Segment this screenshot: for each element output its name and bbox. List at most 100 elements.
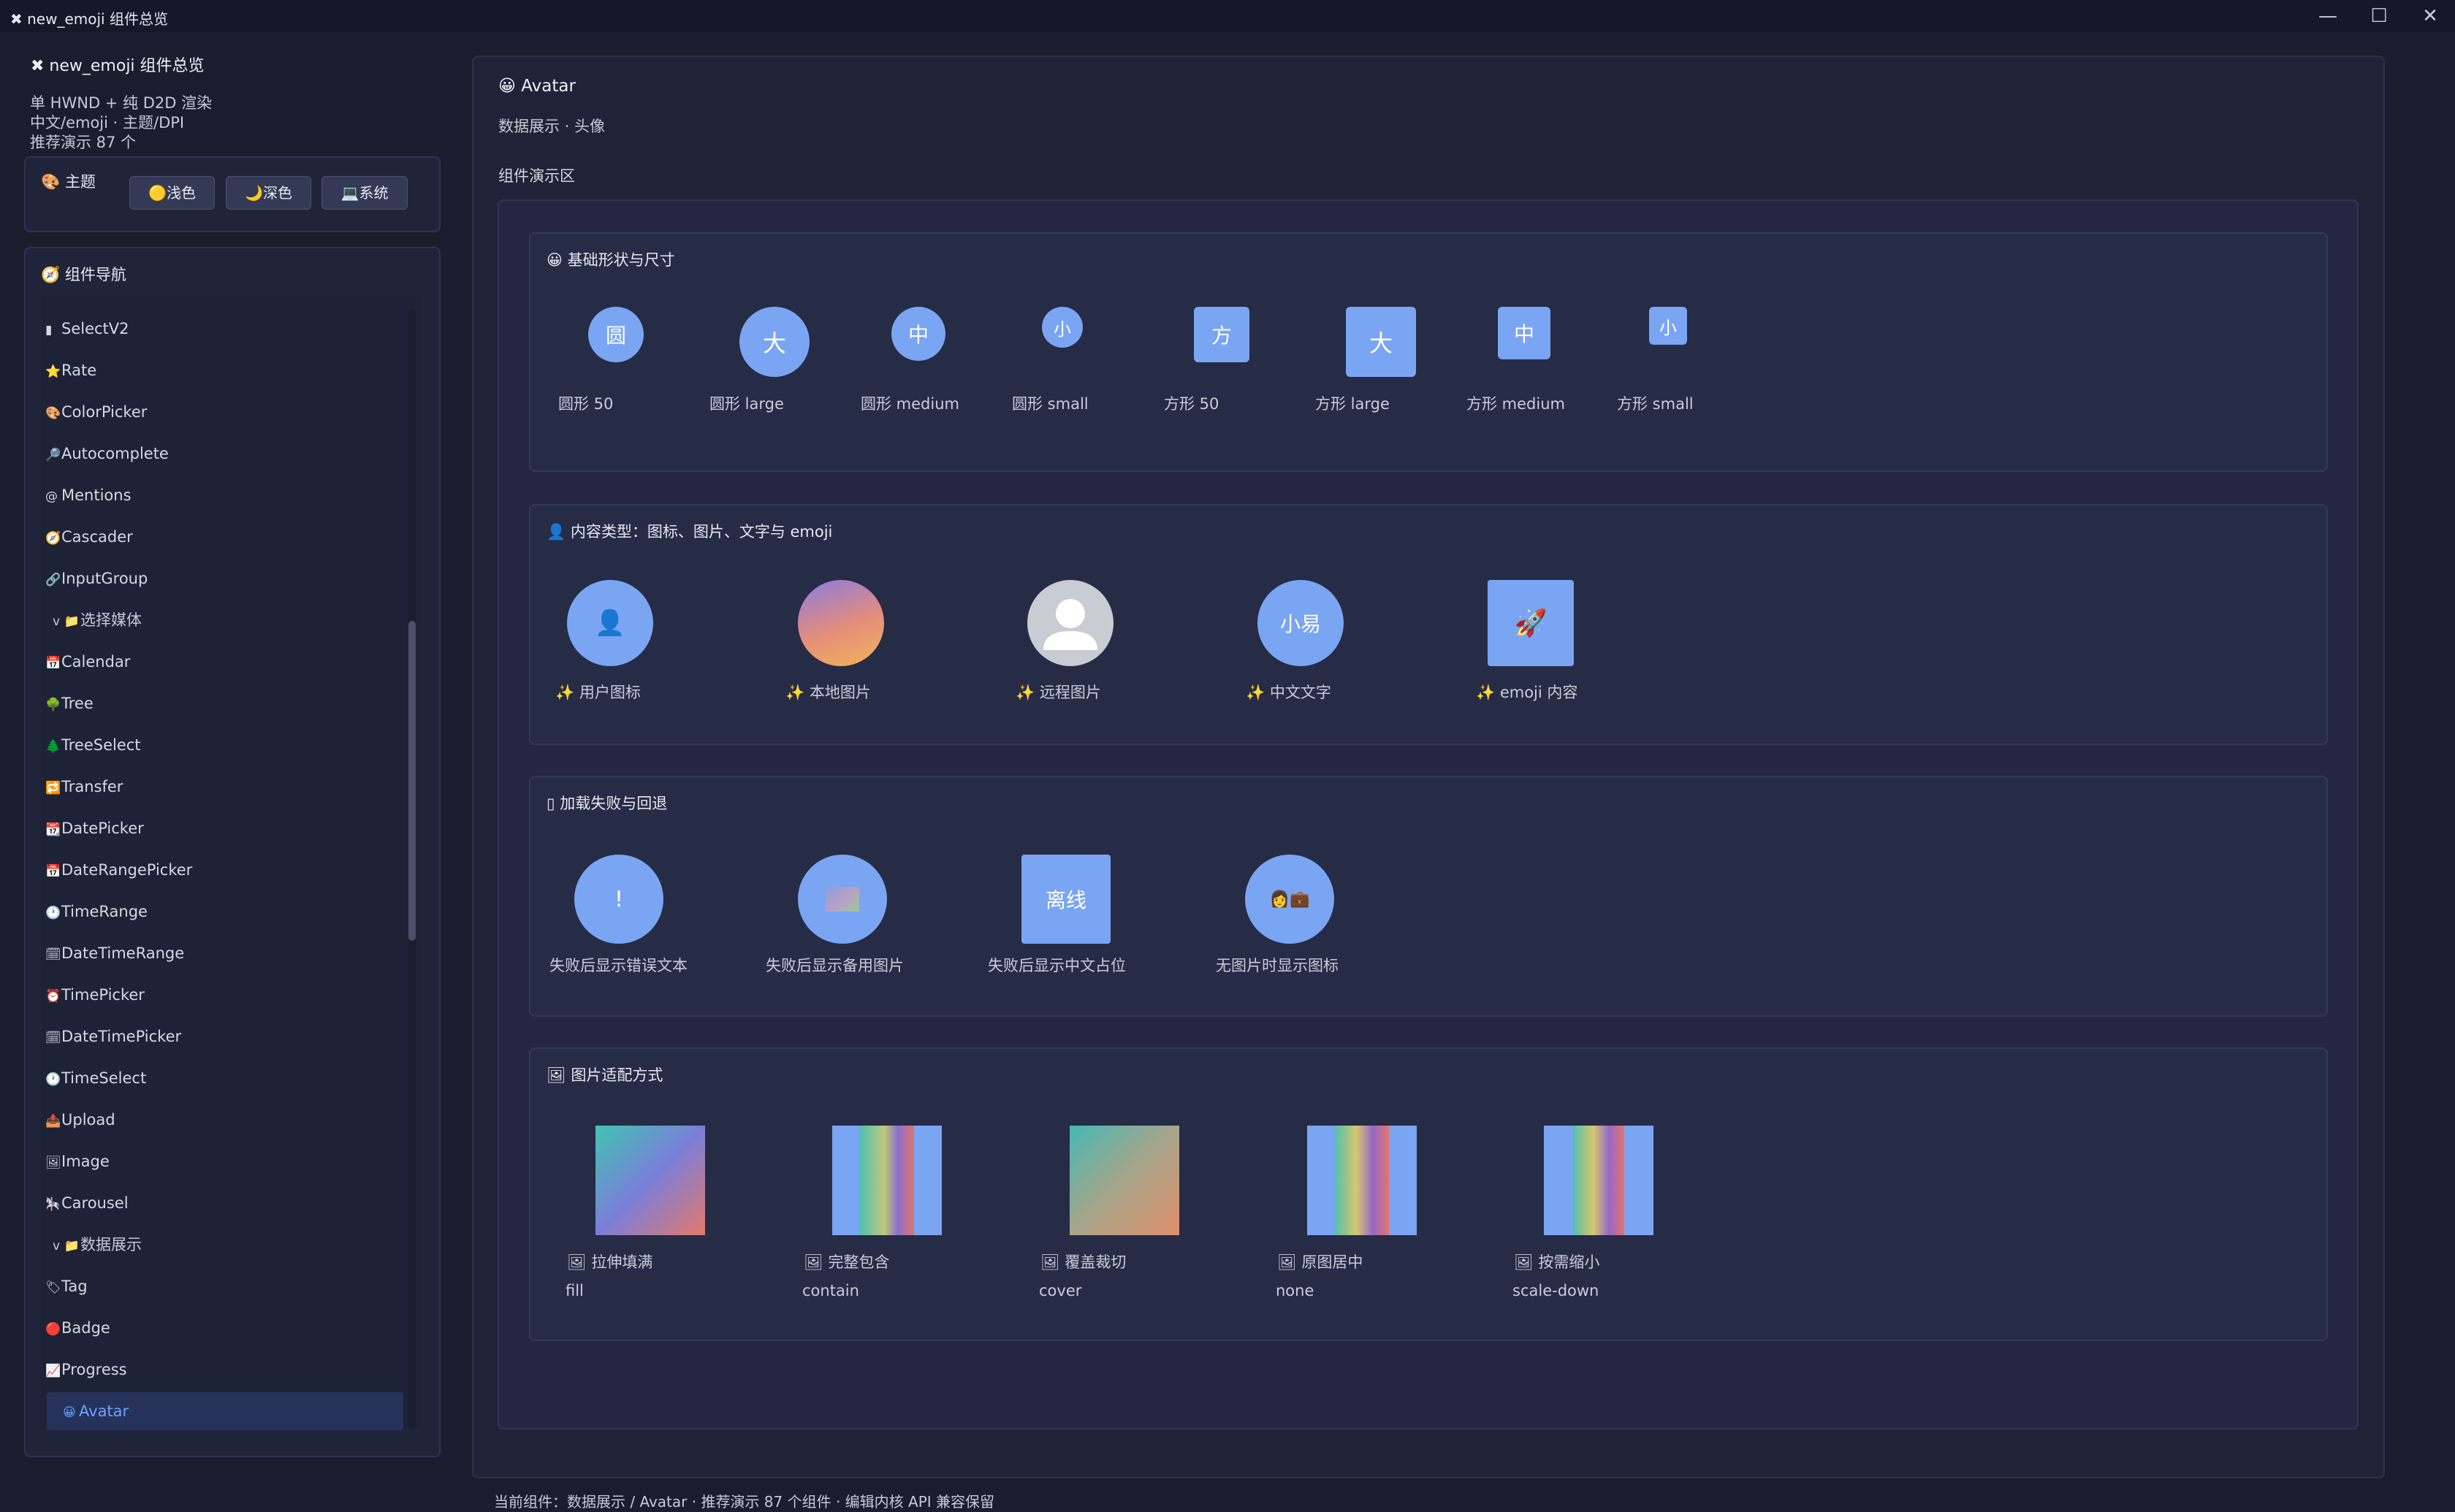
nav-item-colorpicker[interactable]: 🎨ColorPicker [45, 393, 403, 431]
caption-remote-image: ✨ 远程图片 [1016, 684, 1101, 701]
section-shapes-title: 😀 基础形状与尺寸 [547, 251, 675, 269]
avatar-square-medium: 中 [1498, 307, 1550, 359]
nav-item-label: Tree [61, 695, 94, 712]
nav-item-label: Tag [61, 1278, 88, 1295]
maximize-button[interactable]: ☐ [2359, 3, 2399, 29]
nav-item-selectv2[interactable]: ▮ SelectV2 [45, 310, 403, 348]
nav-item-label: Upload [61, 1111, 115, 1129]
caption-square-medium: 方形 medium [1466, 395, 1565, 413]
nav-item-选择媒体[interactable]: v 📁选择媒体 [53, 601, 411, 639]
nav-item-icon: 🌲 [45, 739, 61, 754]
image-fit-fill [595, 1126, 705, 1235]
caption-circle-small: 圆形 small [1012, 395, 1089, 413]
fit-mode-fill: fill [566, 1282, 584, 1299]
nav-item-icon: v 📁 [53, 614, 80, 629]
nav-item-mentions[interactable]: @ Mentions [45, 476, 403, 514]
minimize-button[interactable]: — [2307, 3, 2348, 29]
avatar-emoji-content: 🚀 [1488, 580, 1574, 666]
avatar-local-image [798, 580, 884, 666]
nav-item-rate[interactable]: ⭐Rate [45, 351, 403, 389]
avatar-user-icon: 👤 [567, 580, 653, 666]
section-fallback-title: ▯ 加载失败与回退 [547, 795, 668, 812]
nav-item-label: DateRangePicker [61, 861, 193, 879]
theme-label: 🎨 主题 [41, 173, 96, 191]
nav-item-label: TimeRange [61, 903, 148, 920]
nav-item-label: DateTimePicker [61, 1028, 182, 1045]
nav-item-inputgroup[interactable]: 🔗InputGroup [45, 560, 403, 597]
nav-item-icon: 📈 [45, 1364, 61, 1378]
nav-item-treeselect[interactable]: 🌲TreeSelect [45, 726, 403, 764]
nav-item-label: TimeSelect [61, 1069, 147, 1087]
nav-item-transfer[interactable]: 🔁Transfer [45, 768, 403, 806]
fit-mode-cover: cover [1039, 1282, 1082, 1299]
nav-item-label: 选择媒体 [80, 611, 142, 629]
nav-item-icon: 😀 [63, 1405, 76, 1420]
theme-dark-button[interactable]: 🌙深色 [226, 176, 311, 210]
nav-item-timerange[interactable]: 🕐TimeRange [45, 893, 403, 931]
section-fit-title: 🖼 图片适配方式 [547, 1066, 663, 1084]
close-button[interactable]: ✕ [2410, 3, 2451, 29]
nav-item-timeselect[interactable]: 🕐TimeSelect [45, 1059, 403, 1097]
nav-item-tag[interactable]: 🏷Tag [45, 1267, 403, 1305]
image-fit-contain [832, 1126, 942, 1235]
caption-circle-medium: 圆形 medium [861, 395, 959, 413]
nav-item-数据展示[interactable]: v 📁数据展示 [53, 1226, 411, 1264]
fallback-image-thumb [826, 887, 859, 912]
caption-fit-none: 🖼 原图居中 [1277, 1253, 1363, 1271]
caption-emoji-content: ✨ emoji 内容 [1476, 684, 1578, 701]
nav-item-label: TimePicker [61, 986, 145, 1004]
caption-chinese-text: ✨ 中文文字 [1246, 684, 1331, 701]
nav-scrollbar-thumb[interactable] [408, 621, 416, 941]
caption-fallback-image: 失败后显示备用图片 [766, 957, 904, 974]
nav-item-icon: ▮ [45, 323, 53, 337]
caption-fit-contain: 🖼 完整包含 [804, 1253, 890, 1271]
nav-item-icon: @ [45, 489, 58, 504]
nav-item-label: InputGroup [61, 570, 148, 587]
fit-mode-contain: contain [802, 1282, 859, 1299]
theme-system-button[interactable]: 💻系统 [321, 176, 408, 210]
caption-error-text: 失败后显示错误文本 [549, 957, 688, 974]
nav-item-image[interactable]: 🖼Image [45, 1142, 403, 1180]
caption-user-icon: ✨ 用户图标 [555, 684, 641, 701]
nav-item-icon: 📆 [45, 822, 61, 837]
avatar-square-large: 大 [1346, 307, 1416, 377]
caption-fit-cover: 🖼 覆盖裁切 [1040, 1253, 1127, 1271]
nav-item-timepicker[interactable]: ⏰TimePicker [45, 976, 403, 1014]
nav-item-icon: 🕐 [45, 1072, 61, 1087]
component-title: 😀 Avatar [498, 77, 576, 96]
nav-item-label: Autocomplete [61, 445, 169, 462]
nav-item-label: TreeSelect [61, 736, 141, 754]
nav-item-icon: 📅 [45, 864, 61, 879]
nav-item-calendar[interactable]: 📅Calendar [45, 643, 403, 681]
nav-item-label: Badge [61, 1319, 110, 1337]
nav-item-label: Image [61, 1153, 110, 1170]
nav-item-icon: 🎠 [45, 1197, 61, 1212]
caption-square-large: 方形 large [1315, 395, 1390, 413]
caption-circle-50: 圆形 50 [558, 395, 614, 413]
nav-item-label: Carousel [61, 1194, 129, 1212]
nav-item-carousel[interactable]: 🎠Carousel [45, 1184, 403, 1222]
nav-item-label: 数据展示 [80, 1236, 142, 1253]
avatar-remote-image [1027, 580, 1114, 666]
nav-item-autocomplete[interactable]: 🔎Autocomplete [45, 435, 403, 473]
nav-item-datetimepicker[interactable]: 🗓DateTimePicker [45, 1017, 403, 1055]
nav-item-datetimerange[interactable]: 🗓DateTimeRange [45, 934, 403, 972]
theme-light-button[interactable]: 🟡浅色 [129, 176, 215, 210]
nav-item-daterangepicker[interactable]: 📅DateRangePicker [45, 851, 403, 889]
nav-item-datepicker[interactable]: 📆DatePicker [45, 809, 403, 847]
nav-item-progress[interactable]: 📈Progress [45, 1351, 403, 1389]
nav-item-label: ColorPicker [61, 403, 148, 421]
caption-no-image-icon: 无图片时显示图标 [1216, 957, 1339, 974]
nav-item-label: Cascader [61, 528, 133, 546]
nav-item-avatar[interactable]: 😀 Avatar [47, 1392, 403, 1430]
nav-item-label: Mentions [61, 486, 132, 504]
image-fit-cover [1070, 1126, 1179, 1235]
image-fit-scale-down [1544, 1126, 1653, 1235]
avatar-square-small: 小 [1649, 307, 1687, 345]
title-bar: ✖ new_emoji 组件总览 — ☐ ✕ [0, 0, 2455, 32]
nav-item-cascader[interactable]: 🧭Cascader [45, 518, 403, 556]
caption-square-50: 方形 50 [1164, 395, 1219, 413]
nav-item-badge[interactable]: 🔴Badge [45, 1309, 403, 1347]
nav-item-tree[interactable]: 🌳Tree [45, 684, 403, 722]
nav-item-upload[interactable]: 📤Upload [45, 1101, 403, 1139]
